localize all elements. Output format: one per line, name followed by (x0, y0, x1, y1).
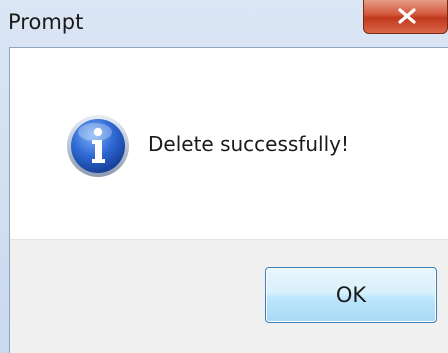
button-bar: OK (10, 239, 448, 353)
dialog-window: Prompt Delete successfully! OK (0, 0, 448, 353)
window-title: Prompt (8, 10, 84, 34)
title-bar[interactable]: Prompt (0, 0, 448, 46)
info-icon (67, 115, 129, 177)
ok-button[interactable]: OK (265, 267, 437, 323)
close-button[interactable] (363, 0, 448, 34)
message-area: Delete successfully! (10, 48, 448, 239)
dialog-body: Delete successfully! OK (9, 47, 448, 353)
close-icon (398, 8, 416, 24)
message-text: Delete successfully! (148, 132, 349, 156)
